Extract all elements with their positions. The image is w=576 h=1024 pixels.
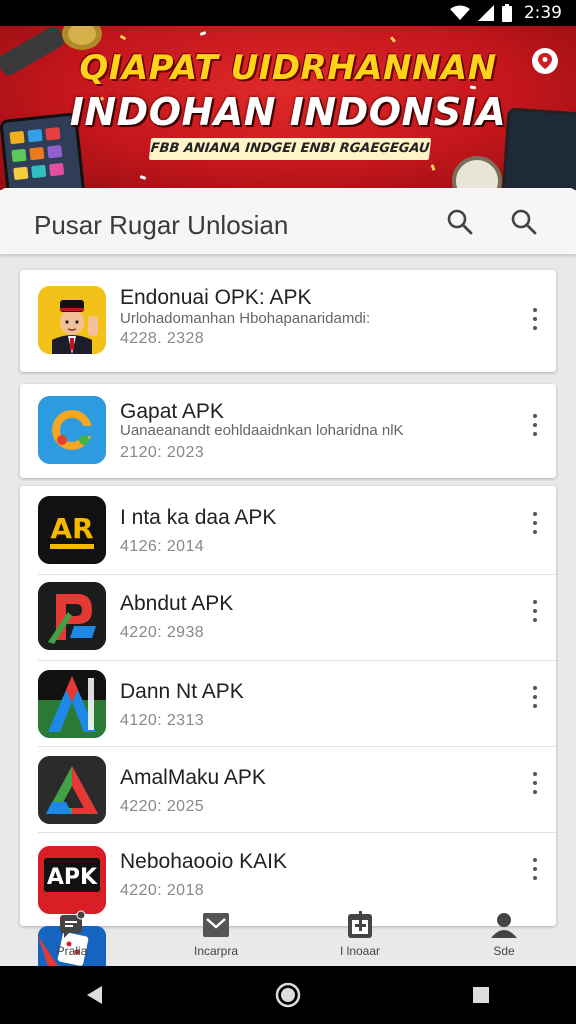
app-name: I nta ka daa APK: [120, 506, 277, 529]
app-avatar-icon: [38, 286, 106, 354]
promo-banner[interactable]: QIAPAT UIDRHANNAN INDOHAN INDONSIA FBB A…: [0, 26, 576, 190]
app-name: Nebohaooio KAIK: [120, 850, 287, 873]
status-bar: 2:39: [0, 0, 576, 26]
app-meta: 4228. 2328: [120, 330, 205, 347]
back-icon[interactable]: [84, 984, 106, 1006]
app-meta: 4120: 2313: [120, 712, 205, 729]
clock-illustration: [452, 156, 502, 190]
recents-icon[interactable]: [470, 984, 492, 1006]
app-logo-icon: AR: [38, 496, 106, 564]
location-badge-icon[interactable]: [532, 48, 558, 74]
app-logo-icon: [38, 670, 106, 738]
more-options-icon[interactable]: [528, 684, 542, 710]
banner-title-line1: QIAPAT UIDRHANNAN: [79, 48, 497, 88]
tablet-illustration: [500, 107, 576, 190]
app-description: Uanaeanandt eohldaaidnkan loharidna nlK: [120, 422, 404, 439]
app-meta: 4220: 2938: [120, 624, 205, 641]
more-options-icon[interactable]: [528, 598, 542, 624]
app-meta: 4220: 2025: [120, 798, 205, 815]
app-meta: 4126: 2014: [120, 538, 205, 555]
app-name: Dann Nt APK: [120, 680, 244, 703]
more-options-icon[interactable]: [528, 856, 542, 882]
list-item[interactable]: Dann Nt APK 4120: 2313: [20, 660, 556, 746]
svg-text:AR: AR: [50, 512, 93, 545]
more-options-icon[interactable]: [528, 412, 542, 438]
calendar-icon: [348, 911, 372, 938]
nav-item-ilnoaar[interactable]: I lnoaar: [288, 900, 432, 966]
section-header: Pusar Rugar Unlosian: [0, 188, 576, 254]
profile-icon: [491, 913, 517, 938]
app-meta: 2120: 2023: [120, 444, 205, 461]
bottom-navigation: Pralia Incarpra I lnoaar Sde: [0, 900, 576, 966]
more-options-icon[interactable]: [528, 510, 542, 536]
list-item[interactable]: Gapat APK Uanaeanandt eohldaaidnkan loha…: [20, 384, 556, 478]
nav-label: I lnoaar: [339, 944, 381, 958]
search-icon-secondary[interactable]: [510, 208, 538, 236]
inbox-icon: [203, 913, 229, 937]
home-icon[interactable]: [275, 982, 301, 1008]
app-logo-icon: [38, 396, 106, 464]
nav-label: Incarpra: [193, 944, 239, 958]
wifi-icon: [449, 5, 470, 20]
list-item[interactable]: Abndut APK 4220: 2938: [20, 574, 556, 660]
more-options-icon[interactable]: [528, 770, 542, 796]
app-name: Gapat APK: [120, 400, 224, 423]
chat-icon: [60, 910, 86, 938]
app-card[interactable]: Endonuai OPK: APK Urlohadomanhan Hbohapa…: [20, 270, 556, 372]
system-navigation-bar: [0, 966, 576, 1024]
app-name: Endonuai OPK: APK: [120, 286, 312, 309]
nav-label: Sde: [493, 944, 515, 958]
banner-title-line2: INDOHAN INDONSIA: [69, 90, 507, 134]
svg-text:APK: APK: [47, 865, 98, 890]
battery-icon: [501, 4, 512, 22]
signal-icon: [477, 5, 494, 21]
more-options-icon[interactable]: [528, 306, 542, 332]
list-item[interactable]: AR I nta ka daa APK 4126: 2014: [20, 486, 556, 574]
status-time: 2:39: [523, 3, 562, 23]
section-title: Pusar Rugar Unlosian: [34, 210, 289, 240]
list-item[interactable]: AmalMaku APK 4220: 2025: [20, 746, 556, 832]
app-name: AmalMaku APK: [120, 766, 266, 789]
nav-item-pralia[interactable]: Pralia: [0, 900, 144, 966]
nav-item-sde[interactable]: Sde: [432, 900, 576, 966]
app-name: Abndut APK: [120, 592, 234, 615]
app-card[interactable]: Gapat APK Uanaeanandt eohldaaidnkan loha…: [20, 384, 556, 478]
banner-subtitle: FBB ANIANA INDGEI ENBI RGAEGEGAU: [148, 138, 432, 160]
nav-label: Pralia: [56, 944, 88, 958]
app-logo-icon: [38, 756, 106, 824]
search-icon[interactable]: [446, 208, 474, 236]
nav-item-incarpra[interactable]: Incarpra: [144, 900, 288, 966]
app-meta: 4220: 2018: [120, 882, 205, 899]
app-logo-icon: [38, 582, 106, 650]
app-list-card: AR I nta ka daa APK 4126: 2014 Abndut AP…: [20, 486, 556, 926]
list-item[interactable]: Endonuai OPK: APK Urlohadomanhan Hbohapa…: [20, 270, 556, 372]
app-description: Urlohadomanhan Hbohapanaridamdi:: [120, 310, 371, 327]
